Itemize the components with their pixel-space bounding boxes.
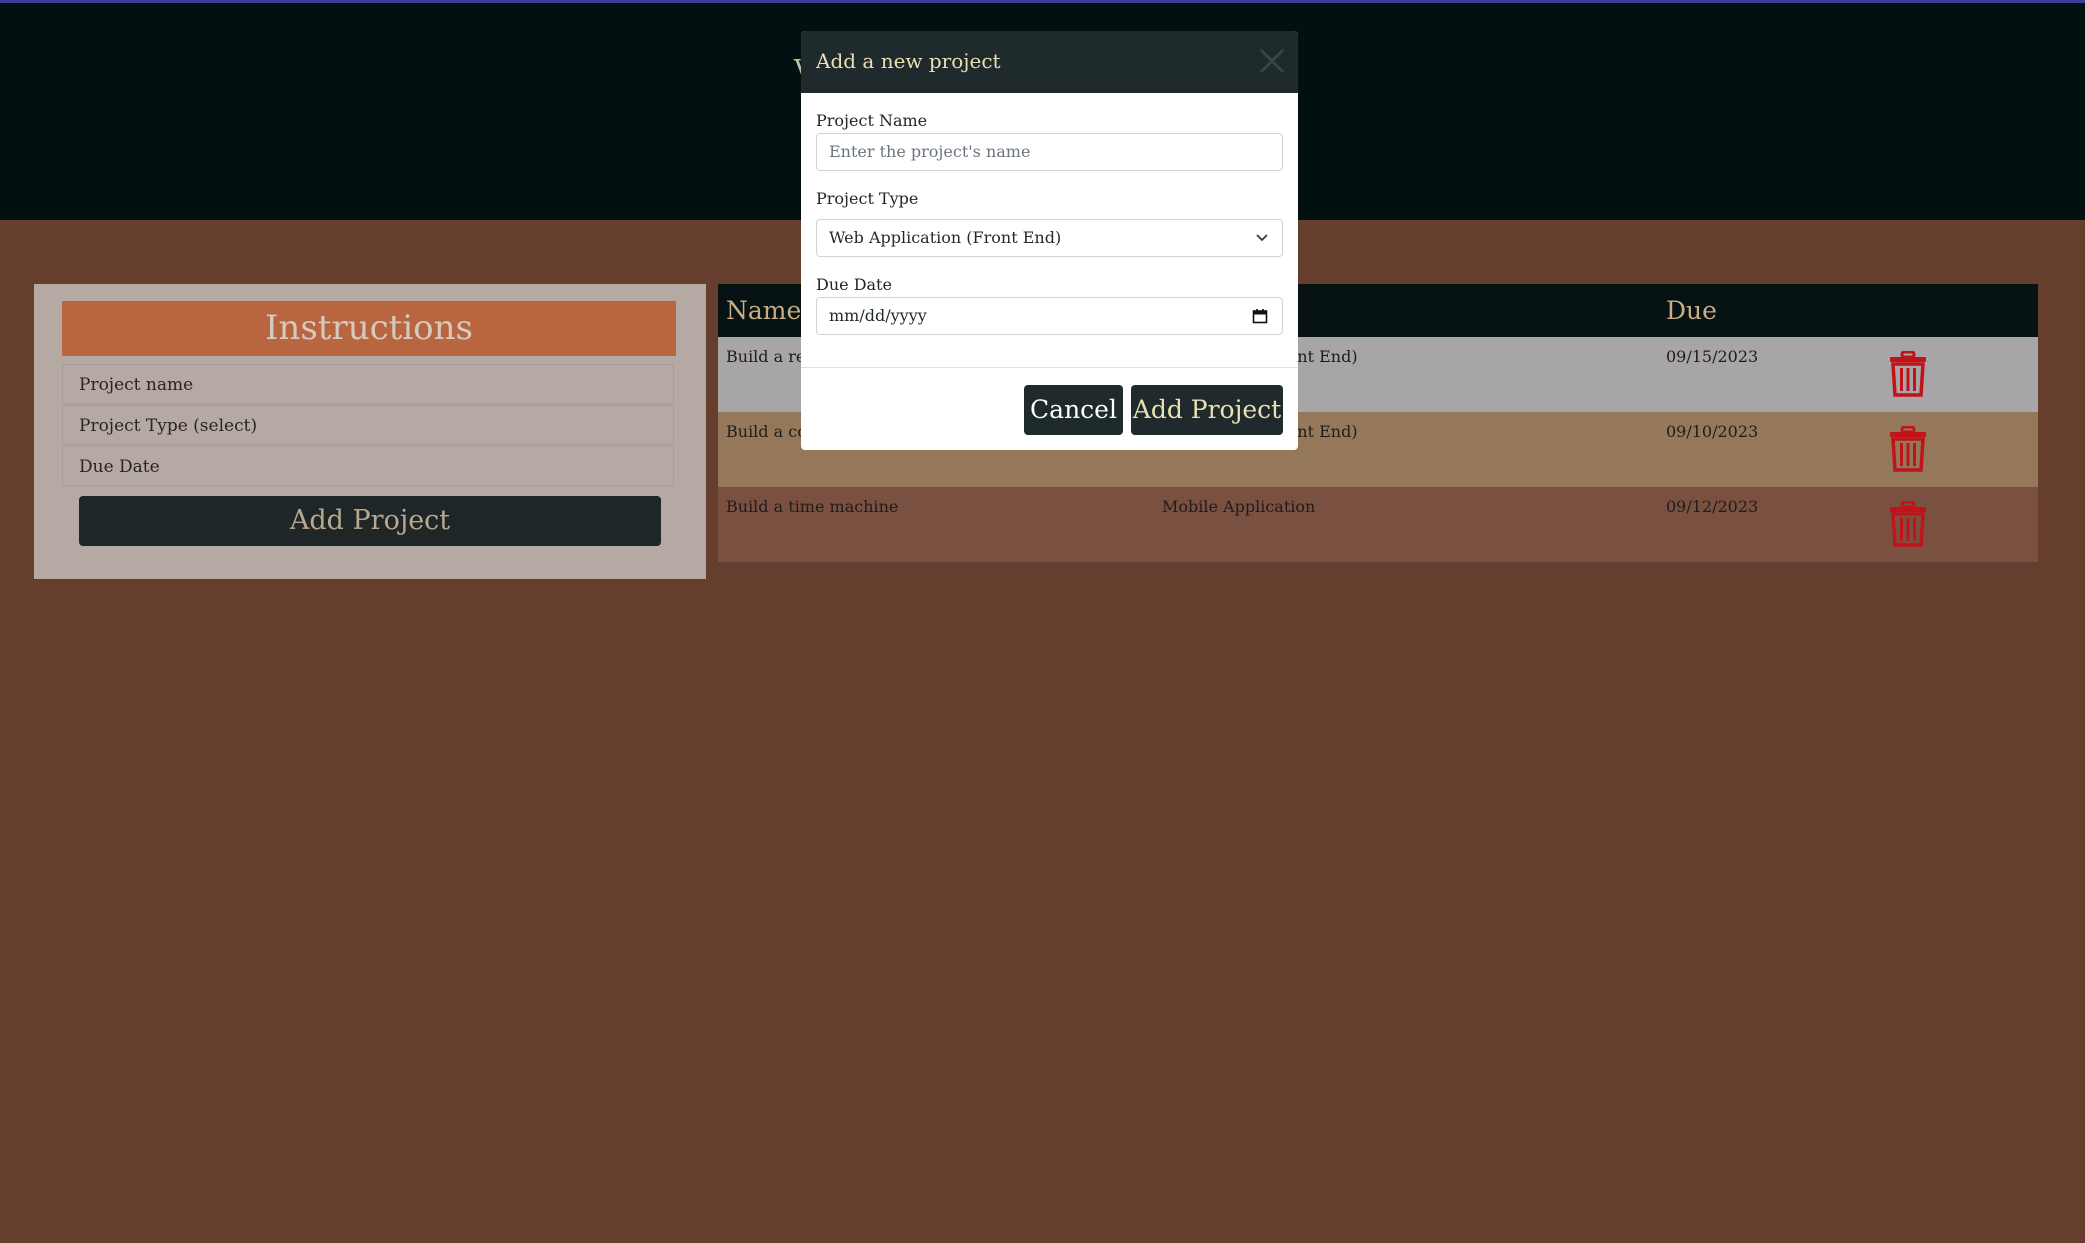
column-header-due: Due [1666,296,1717,325]
modal-header: Add a new project [801,31,1298,93]
chevron-down-icon [1256,234,1268,242]
table-row: Build a time machine Mobile Application … [718,487,2038,562]
add-project-modal: Add a new project Project Name Enter the… [801,31,1298,450]
trash-icon[interactable] [1888,351,1928,397]
due-date-placeholder: mm/dd/yyyy [829,306,927,325]
instruction-item-due-date: Due Date [62,446,674,486]
project-type-select[interactable]: Web Application (Front End) [816,219,1283,257]
close-icon[interactable] [1257,46,1287,76]
project-type-label: Project Type [816,189,919,208]
project-due-cell: 09/15/2023 [1666,347,1759,366]
modal-title: Add a new project [816,49,1001,73]
project-name-cell: Build a time machine [726,497,899,516]
project-name-label: Project Name [816,111,928,130]
instruction-item-project-name: Project name [62,364,674,404]
modal-footer-divider [801,367,1298,368]
trash-icon[interactable] [1888,501,1928,547]
instructions-title: Instructions [62,301,676,356]
project-type-cell: Mobile Application [1162,497,1316,516]
due-date-label: Due Date [816,275,892,294]
open-add-project-button[interactable]: Add Project [79,496,661,546]
cancel-button[interactable]: Cancel [1024,385,1123,435]
project-name-input[interactable]: Enter the project's name [816,133,1283,171]
calendar-icon[interactable] [1252,308,1268,324]
trash-icon[interactable] [1888,426,1928,472]
project-name-cell: Build a col [726,422,812,441]
instruction-item-project-type: Project Type (select) [62,405,674,445]
due-date-input[interactable]: mm/dd/yyyy [816,297,1283,335]
project-type-value: Web Application (Front End) [829,228,1062,247]
project-due-cell: 09/10/2023 [1666,422,1759,441]
instructions-card: Instructions Project name Project Type (… [34,284,706,579]
column-header-name: Name [726,296,802,325]
add-project-button[interactable]: Add Project [1131,385,1283,435]
project-name-placeholder: Enter the project's name [829,142,1031,161]
project-due-cell: 09/12/2023 [1666,497,1759,516]
